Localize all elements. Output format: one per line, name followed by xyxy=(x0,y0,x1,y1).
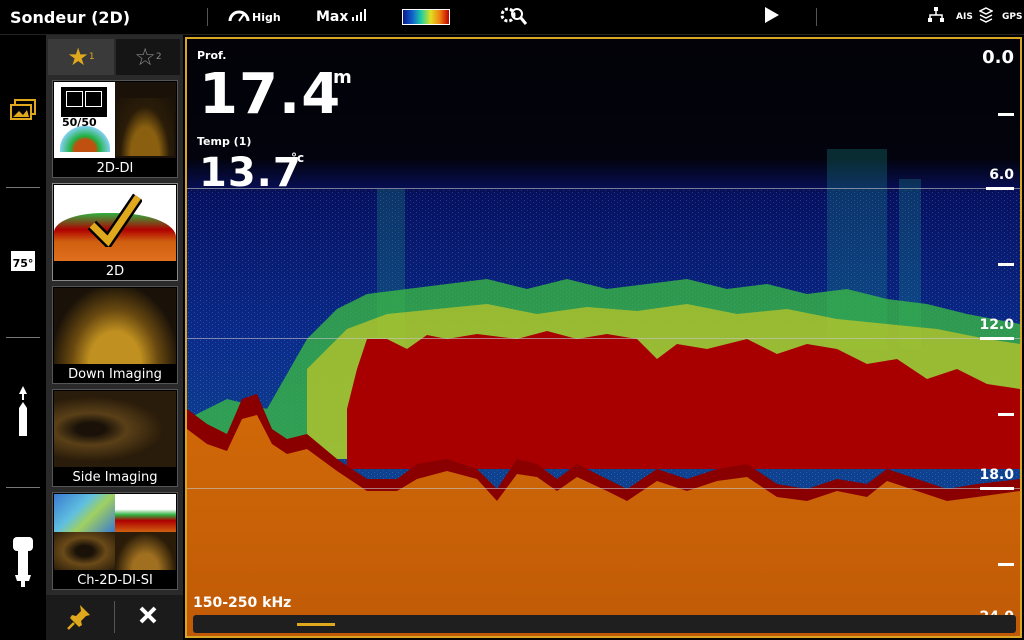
play-button[interactable] xyxy=(765,0,779,34)
depth-tick xyxy=(998,563,1014,566)
tab-favorites-2[interactable]: ☆ 2 xyxy=(116,39,180,75)
favorites-panel: ★ 1 ☆ 2 50/50 2D-DI 2D Down Imaging Side… xyxy=(46,35,183,640)
split-ratio-badge: 50/50 xyxy=(62,116,97,129)
network-status[interactable] xyxy=(928,0,944,34)
outboard-motor-icon xyxy=(9,535,37,591)
tab-number: 1 xyxy=(88,52,95,62)
depth-scale-label: 18.0 xyxy=(979,467,1014,483)
tile-label: 2D-DI xyxy=(96,161,134,176)
favorite-tile-2d-di[interactable]: 50/50 2D-DI xyxy=(52,80,178,178)
depth-unit: m xyxy=(333,67,352,88)
toolbar-divider xyxy=(114,601,115,633)
page-title: Sondeur (2D) xyxy=(10,7,131,27)
depth-value: 17.4 xyxy=(199,62,342,127)
depth-tick xyxy=(980,487,1014,490)
thumbnail xyxy=(54,391,176,467)
sonar-thumb xyxy=(60,126,110,152)
temperature-label: Temp (1) xyxy=(197,135,252,148)
sonar-thumb xyxy=(115,494,176,532)
range-label: Max xyxy=(316,9,349,25)
tile-label: 2D xyxy=(105,264,125,279)
left-rail: 75° xyxy=(0,35,46,640)
pin-icon xyxy=(66,605,92,635)
tile-label: Ch-2D-DI-SI xyxy=(77,573,153,588)
boat-icon xyxy=(14,386,32,444)
temperature-unit: °c xyxy=(291,151,305,165)
history-scrollbar[interactable] xyxy=(193,615,1016,633)
sonar-view[interactable]: Prof. 17.4 m Temp (1) 13.7 °c 0.0 6.0 12… xyxy=(185,37,1022,638)
downimage-thumb xyxy=(115,532,176,570)
motor-button[interactable] xyxy=(8,535,38,591)
depth-scale-label: 0.0 xyxy=(982,47,1014,68)
favorite-tile-2d[interactable]: 2D xyxy=(52,183,178,281)
depth-tick xyxy=(986,187,1014,190)
temp-badge: 75° xyxy=(12,257,34,270)
ais-icon: AIS xyxy=(956,12,973,22)
close-button[interactable] xyxy=(138,605,158,629)
favorite-tile-down-imaging[interactable]: Down Imaging xyxy=(52,286,178,384)
sensitivity-label: High xyxy=(252,10,281,24)
chart-thumb xyxy=(54,494,115,532)
tab-favorites-1[interactable]: ★ 1 xyxy=(48,39,114,75)
ais-status[interactable]: AIS xyxy=(956,0,973,34)
tile-label: Side Imaging xyxy=(72,470,158,485)
sonar-settings-button[interactable] xyxy=(498,0,528,34)
checkmark-icon xyxy=(87,191,143,251)
network-icon xyxy=(928,7,944,27)
depth-gridline xyxy=(187,188,1020,189)
temperature-value: 13.7 xyxy=(199,150,302,196)
depth-tick xyxy=(998,113,1014,116)
depth-tick xyxy=(998,413,1014,416)
gps-icon: GPS xyxy=(1002,12,1023,22)
speed-gauge-icon xyxy=(228,7,250,27)
temperature-icon: 75° xyxy=(10,251,36,271)
top-bar: Sondeur (2D) High Max AIS GPS xyxy=(0,0,1024,35)
side-imaging-thumb xyxy=(54,532,115,570)
boat-button[interactable] xyxy=(8,385,38,445)
layers-icon xyxy=(978,7,994,27)
signal-bars-icon xyxy=(352,9,367,25)
favorite-tile-side-imaging[interactable]: Side Imaging xyxy=(52,389,178,487)
thumbnail: 50/50 xyxy=(54,82,176,158)
images-icon xyxy=(9,98,37,126)
separator xyxy=(207,8,208,26)
depth-gridline xyxy=(187,338,1020,339)
gps-status[interactable]: GPS xyxy=(1002,0,1022,34)
frequency-label: 150-250 kHz xyxy=(193,595,292,611)
favorites-tabs: ★ 1 ☆ 2 xyxy=(46,35,183,75)
depth-tick xyxy=(998,263,1014,266)
depth-scale-label: 12.0 xyxy=(979,317,1014,333)
pin-button[interactable] xyxy=(66,603,92,635)
gear-search-icon xyxy=(498,4,528,30)
depth-scale-label: 6.0 xyxy=(989,167,1014,183)
thumbnail xyxy=(54,288,176,364)
close-icon xyxy=(138,606,158,629)
depth-label: Prof. xyxy=(197,49,227,62)
depth-gridline xyxy=(187,488,1020,489)
thumbnail xyxy=(54,185,176,261)
play-icon xyxy=(765,7,779,27)
favorites-toolbar xyxy=(46,595,183,640)
star-outline-icon: ☆ xyxy=(134,43,156,71)
color-palette-button[interactable] xyxy=(402,0,450,34)
downimage-thumb xyxy=(116,98,174,156)
separator xyxy=(816,8,817,26)
scrollbar-thumb[interactable] xyxy=(297,623,335,626)
temperature-button[interactable]: 75° xyxy=(8,246,38,276)
split-view-icon xyxy=(60,86,108,118)
tile-label: Down Imaging xyxy=(68,367,162,382)
favorite-tile-ch-2d-di-si[interactable]: Ch-2D-DI-SI xyxy=(52,492,178,590)
rail-divider xyxy=(6,187,40,188)
depth-tick xyxy=(980,337,1014,340)
views-button[interactable] xyxy=(8,97,38,127)
color-palette-icon xyxy=(402,9,450,25)
sensitivity-button[interactable]: High xyxy=(228,0,281,34)
layers-status[interactable] xyxy=(978,0,994,34)
rail-divider xyxy=(6,337,40,338)
range-button[interactable]: Max xyxy=(316,0,367,34)
rail-divider xyxy=(6,487,40,488)
star-filled-icon: ★ xyxy=(67,43,89,71)
tab-number: 2 xyxy=(155,52,162,62)
thumbnail xyxy=(54,494,176,570)
